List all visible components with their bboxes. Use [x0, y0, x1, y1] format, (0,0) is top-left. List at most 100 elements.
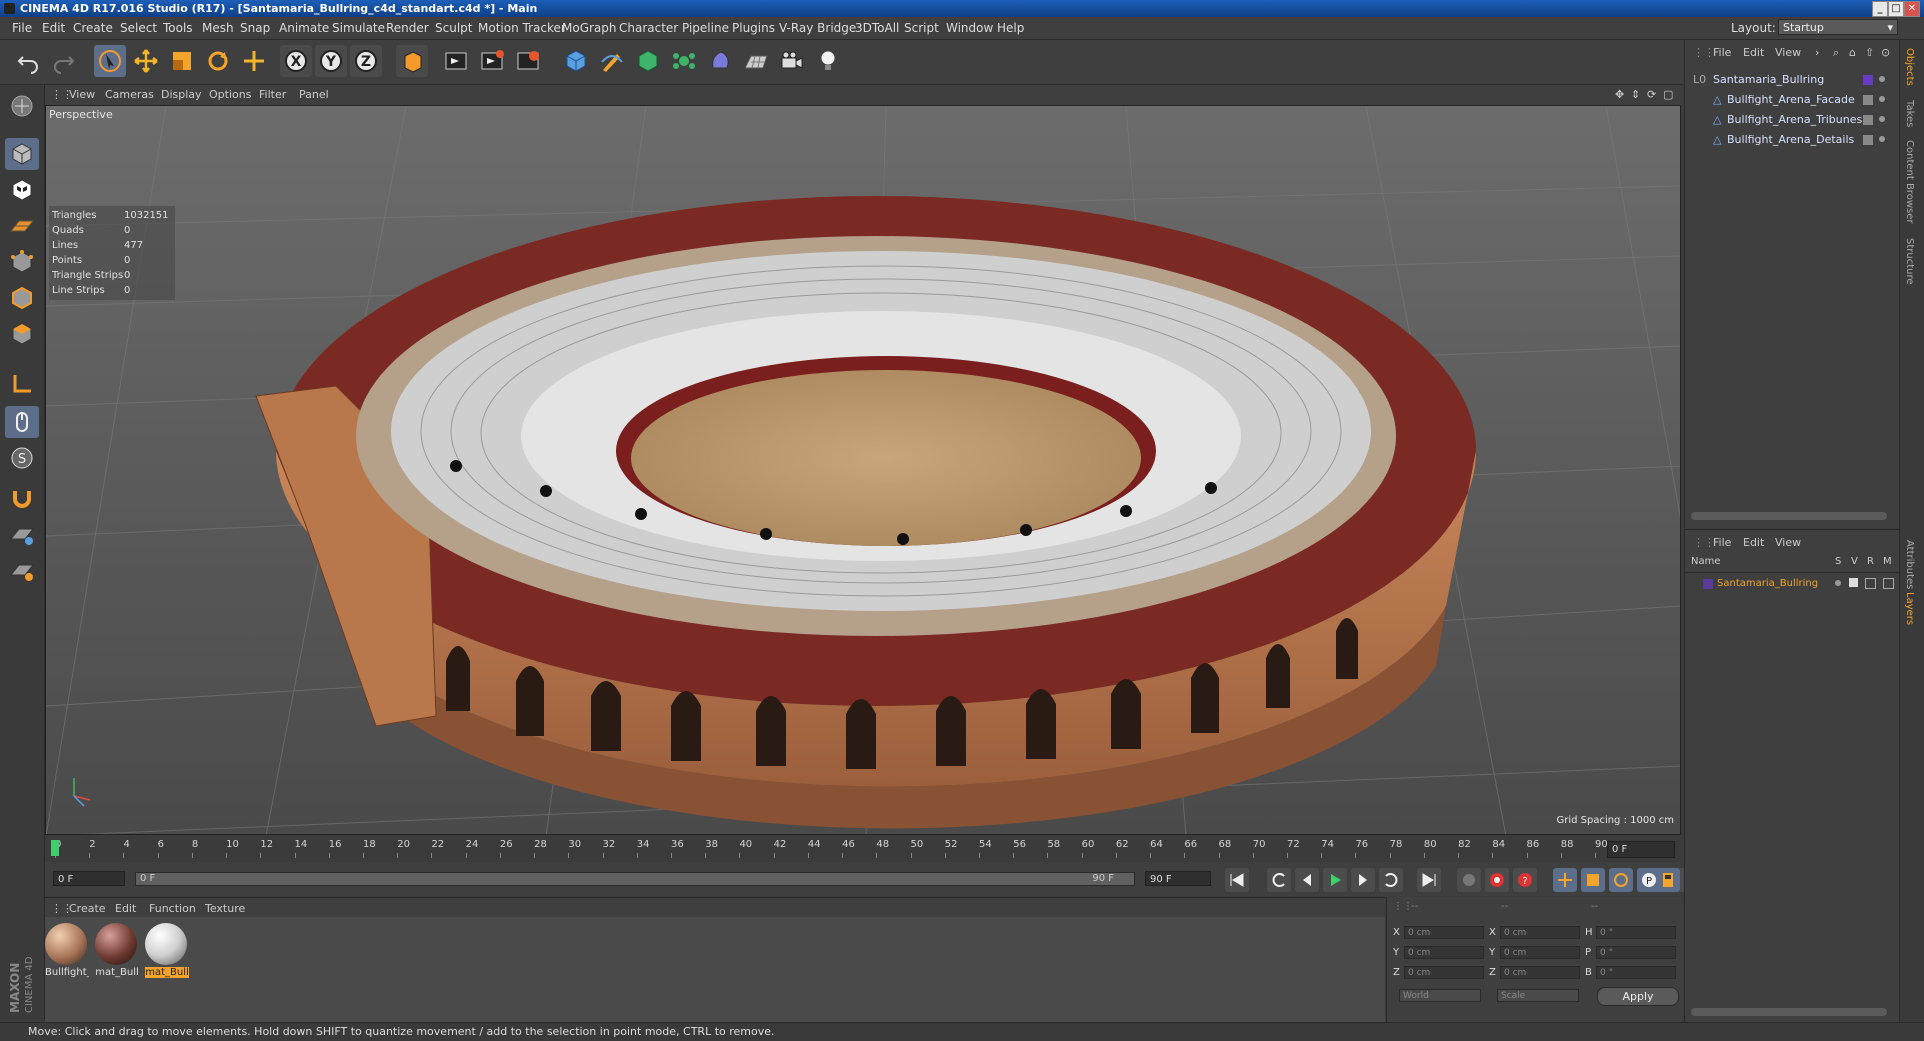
autokey-icon[interactable]: ? — [1513, 868, 1537, 892]
make-editable-icon[interactable] — [5, 90, 39, 122]
layer-menu-view[interactable]: View — [1775, 536, 1801, 549]
object-menu-view[interactable]: View — [1775, 46, 1801, 59]
snap-icon[interactable] — [5, 518, 39, 550]
rotate-view-icon[interactable]: ⟳ — [1647, 88, 1656, 101]
cube-icon[interactable] — [560, 45, 592, 77]
size-mode-dropdown[interactable]: Scale — [1497, 989, 1579, 1002]
viewport-menu-view[interactable]: View — [69, 88, 95, 101]
material-menu-function[interactable]: Function — [149, 902, 196, 915]
object-row[interactable]: △ Bullfight_Arena_Facade — [1685, 90, 1900, 109]
workplane-icon[interactable] — [5, 210, 39, 242]
layer-row[interactable]: Santamaria_Bullring — [1685, 574, 1900, 593]
viewport-menu-cameras[interactable]: Cameras — [105, 88, 154, 101]
move-icon[interactable] — [130, 45, 162, 77]
visibility-dot[interactable] — [1879, 116, 1885, 122]
position-x-field[interactable]: 0 cm — [1404, 926, 1484, 939]
undo-icon[interactable] — [12, 45, 44, 77]
menu-simulate[interactable]: Simulate — [332, 21, 385, 35]
tab-attributes[interactable]: Attributes — [1904, 540, 1915, 589]
horizontal-scrollbar[interactable] — [1691, 1008, 1887, 1016]
menu-mesh[interactable]: Mesh — [202, 21, 234, 35]
x-axis-icon[interactable]: X — [280, 45, 312, 77]
render-view-icon[interactable] — [440, 45, 472, 77]
size-z-field[interactable]: 0 cm — [1500, 966, 1580, 979]
render-picture-viewer-icon[interactable] — [476, 45, 508, 77]
polygons-mode-icon[interactable] — [5, 318, 39, 350]
menu-help[interactable]: Help — [997, 21, 1024, 35]
menu-file[interactable]: File — [12, 21, 32, 35]
material-swatch-selected[interactable]: mat_Bull — [145, 923, 189, 978]
next-key-icon[interactable] — [1379, 868, 1403, 892]
menu-create[interactable]: Create — [73, 21, 113, 35]
camera-icon[interactable] — [776, 45, 808, 77]
tab-content-browser[interactable]: Content Browser — [1904, 140, 1915, 223]
manager-toggle-icon[interactable] — [1883, 578, 1894, 589]
playhead-marker[interactable] — [51, 840, 59, 856]
menu-pipeline[interactable]: Pipeline — [682, 21, 729, 35]
motion-record-icon[interactable] — [1457, 868, 1481, 892]
position-y-field[interactable]: 0 cm — [1404, 946, 1484, 959]
camera-label[interactable]: Perspective — [49, 108, 113, 121]
layer-color-swatch[interactable] — [1703, 579, 1713, 589]
rotation-p-field[interactable]: 0 ° — [1596, 946, 1676, 959]
z-axis-icon[interactable]: Z — [350, 45, 382, 77]
light-icon[interactable] — [812, 45, 844, 77]
search-icon[interactable]: ⌕ — [1833, 46, 1839, 60]
column-name[interactable]: Name — [1691, 556, 1721, 567]
size-y-field[interactable]: 0 cm — [1500, 946, 1580, 959]
menu-edit[interactable]: Edit — [42, 21, 65, 35]
visibility-dot[interactable] — [1879, 136, 1885, 142]
layer-menu-file[interactable]: File — [1713, 536, 1731, 549]
coordinate-system-dropdown[interactable]: World — [1399, 989, 1481, 1002]
previous-key-icon[interactable] — [1267, 868, 1291, 892]
timeline-icon[interactable] — [1656, 868, 1680, 892]
preview-range-slider[interactable]: 0 F 90 F — [135, 872, 1135, 886]
maximize-view-icon[interactable]: ▢ — [1663, 88, 1673, 101]
tab-takes[interactable]: Takes — [1904, 100, 1915, 127]
end-frame-field[interactable]: 90 F — [1145, 871, 1211, 886]
object-row[interactable]: L0 Santamaria_Bullring — [1685, 70, 1900, 89]
record-active-icon[interactable] — [1485, 868, 1509, 892]
redo-icon[interactable] — [48, 45, 80, 77]
home-icon[interactable]: ⌂ — [1849, 46, 1856, 59]
rotation-h-field[interactable]: 0 ° — [1596, 926, 1676, 939]
position-z-field[interactable]: 0 cm — [1404, 966, 1484, 979]
rotation-key-icon[interactable] — [1609, 868, 1633, 892]
minimize-button[interactable]: _ — [1872, 1, 1888, 17]
tab-layers[interactable]: Layers — [1904, 592, 1915, 625]
maximize-button[interactable]: □ — [1888, 1, 1904, 17]
close-button[interactable]: ✕ — [1904, 1, 1920, 17]
column-solo[interactable]: S — [1835, 556, 1841, 567]
snap-settings-icon[interactable] — [5, 554, 39, 586]
texture-mode-icon[interactable] — [5, 174, 39, 206]
menu-character[interactable]: Character — [619, 21, 678, 35]
material-menu-texture[interactable]: Texture — [205, 902, 245, 915]
menu-sculpt[interactable]: Sculpt — [435, 21, 472, 35]
timeline-ticks[interactable]: 0246810121416182022242628303234363840424… — [51, 838, 1613, 858]
size-x-field[interactable]: 0 cm — [1500, 926, 1580, 939]
menu-vray-bridge[interactable]: V-Ray Bridge — [779, 21, 856, 35]
visible-toggle-icon[interactable] — [1849, 578, 1858, 587]
axis-mode-icon[interactable] — [5, 368, 39, 400]
edges-mode-icon[interactable] — [5, 282, 39, 314]
viewport-menu-options[interactable]: Options — [209, 88, 251, 101]
menu-render[interactable]: Render — [386, 21, 429, 35]
material-tag-icon[interactable] — [1863, 95, 1873, 105]
menu-3dtoall[interactable]: 3DToAll — [855, 21, 899, 35]
solo-icon[interactable]: S — [5, 442, 39, 474]
next-frame-icon[interactable] — [1351, 868, 1375, 892]
tab-objects[interactable]: Objects — [1904, 48, 1915, 86]
menu-select[interactable]: Select — [120, 21, 157, 35]
floor-icon[interactable] — [740, 45, 772, 77]
link-icon[interactable]: ⊙ — [1881, 46, 1890, 59]
material-menu-edit[interactable]: Edit — [115, 902, 136, 915]
object-menu-file[interactable]: File — [1713, 46, 1731, 59]
layout-dropdown[interactable]: Startup ▾ — [1778, 19, 1898, 35]
scale-key-icon[interactable] — [1581, 868, 1605, 892]
column-manager[interactable]: M — [1883, 556, 1892, 567]
world-coordinates-icon[interactable] — [396, 45, 428, 77]
viewport-menu-panel[interactable]: Panel — [299, 88, 329, 101]
model-mode-icon[interactable] — [5, 138, 39, 170]
move-view-icon[interactable]: ✥ — [1615, 88, 1624, 101]
visibility-dot[interactable] — [1879, 96, 1885, 102]
